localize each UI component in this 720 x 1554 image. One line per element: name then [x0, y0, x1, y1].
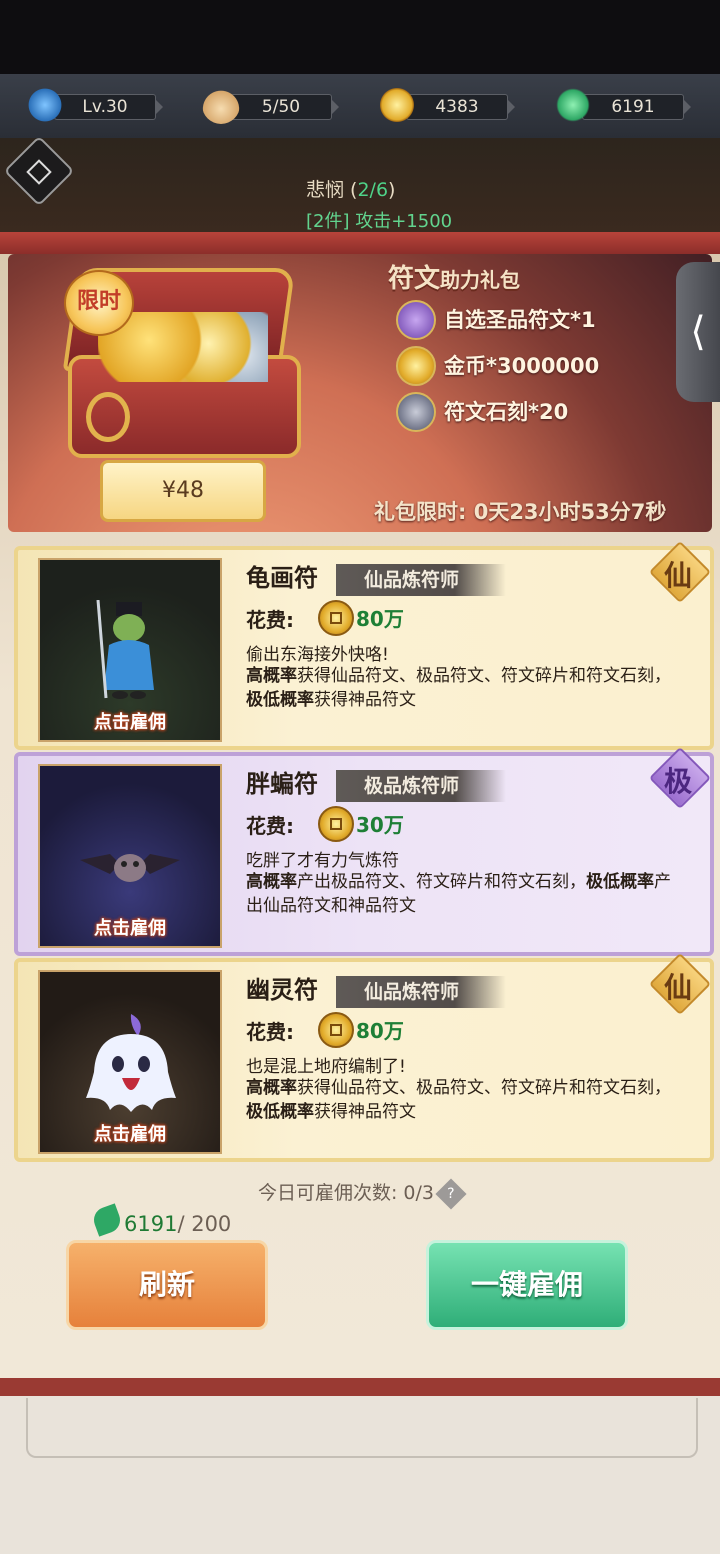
card-desc: 也是混上地府编制了!: [246, 1057, 406, 1077]
gift-item-stone: 符文石刻*20: [396, 390, 686, 432]
coin-icon: [318, 600, 354, 636]
stamina-value: 5/50: [230, 94, 339, 120]
cost-value: 30万: [356, 813, 404, 837]
gift-countdown: 礼包限时: 0天23小时53分7秒: [374, 500, 667, 524]
hire-portrait[interactable]: 点击雇佣: [38, 764, 222, 948]
rank-tag: 极品炼符师: [336, 770, 506, 802]
card-detail: 高概率产出极品符文、符文碎片和符文石刻，极低概率产出仙品符文和神品符文: [246, 872, 671, 916]
level-value: Lv.30: [54, 94, 163, 120]
limited-badge: 限时: [64, 270, 134, 336]
card-detail: 高概率获得仙品符文、极品符文、符文碎片和符文石刻，极低概率获得神品符文: [246, 1078, 671, 1122]
refresh-button[interactable]: 刷新: [66, 1240, 268, 1330]
hire-portrait[interactable]: 点击雇佣: [38, 970, 222, 1154]
help-icon[interactable]: ?: [435, 1177, 467, 1210]
coin-icon: [318, 806, 354, 842]
hire-card-bat: 点击雇佣 胖蝙符 极品炼符师 花费: 30万 吃胖了才有力气炼符 高概率产出极品…: [14, 746, 714, 956]
card-name: 龟画符: [246, 564, 318, 592]
turtle-character-icon: [96, 600, 154, 699]
hire-label: 点击雇佣: [94, 1124, 166, 1145]
cost-label: 花费:: [246, 608, 294, 632]
hire-count-row: 今日可雇佣次数: 0/3?: [0, 1177, 720, 1210]
card-name: 胖蝙符: [246, 770, 318, 798]
rune-select-icon: [396, 300, 436, 340]
coin-display[interactable]: 4383: [378, 86, 515, 124]
cost-label: 花费:: [246, 814, 294, 838]
level-icon: [26, 86, 64, 124]
hire-portrait[interactable]: 点击雇佣: [38, 558, 222, 742]
leaf-value: 6191: [582, 94, 691, 120]
leaf-display[interactable]: 6191: [554, 86, 691, 124]
hire-all-button[interactable]: 一键雇佣: [426, 1240, 628, 1330]
refresh-cost: 6191/ 200: [124, 1212, 232, 1236]
gift-item-coin: 金币*3000000: [396, 344, 686, 386]
underlying-frame: [26, 1398, 698, 1458]
cost-value: 80万: [356, 1019, 404, 1043]
grade-badge-label: 仙: [663, 559, 692, 592]
coin-value: 4383: [406, 94, 515, 120]
hire-count-text: 今日可雇佣次数: 0/3: [257, 1182, 435, 1204]
rank-tag: 仙品炼符师: [336, 564, 506, 596]
rank-tag: 仙品炼符师: [336, 976, 506, 1008]
resource-bar: Lv.30 5/50 4383 6191: [0, 74, 720, 138]
level-display: Lv.30: [26, 86, 163, 124]
panel-bottom-border: [0, 1378, 720, 1396]
stamina-display[interactable]: 5/50: [202, 86, 339, 124]
side-arrow-button[interactable]: ⟨: [676, 262, 720, 402]
coin-icon: [378, 86, 416, 124]
cost-label: 花费:: [246, 1020, 294, 1044]
panel-top-border: [0, 232, 720, 254]
hire-card-turtle: 点击雇佣 龟画符 仙品炼符师 花费: 80万 偷出东海接外快咯! 高概率获得仙品…: [14, 540, 714, 750]
card-name: 幽灵符: [246, 976, 318, 1004]
grade-badge-label: 极: [663, 765, 692, 798]
card-desc: 吃胖了才有力气炼符: [246, 851, 399, 871]
card-desc: 偷出东海接外快咯!: [246, 645, 389, 665]
chest-handle: [86, 392, 130, 442]
set-bonus: [2件] 攻击+1500: [306, 211, 453, 232]
price-button[interactable]: ¥48: [100, 460, 266, 522]
set-name: 悲悯 (2/6): [306, 179, 396, 201]
ghost-character-icon: [86, 1014, 176, 1112]
hire-card-ghost: 点击雇佣 幽灵符 仙品炼符师 花费: 80万 也是混上地府编制了! 高概率获得仙…: [14, 952, 714, 1162]
hire-label: 点击雇佣: [94, 712, 166, 733]
coin-icon: [396, 346, 436, 386]
rune-stone-icon: [396, 392, 436, 432]
card-detail: 高概率获得仙品符文、极品符文、符文碎片和符文石刻，极低概率获得神品符文: [246, 666, 671, 710]
coin-icon: [318, 1012, 354, 1048]
bun-icon: [202, 86, 240, 124]
cost-value: 80万: [356, 607, 404, 631]
gift-item-rune: 自选圣品符文*1: [396, 298, 686, 340]
grade-badge-label: 仙: [663, 971, 692, 1004]
banner-title: 符文助力礼包: [388, 264, 521, 294]
hire-label: 点击雇佣: [94, 918, 166, 939]
bat-character-icon: [80, 854, 180, 882]
leaf-icon: [554, 86, 592, 124]
